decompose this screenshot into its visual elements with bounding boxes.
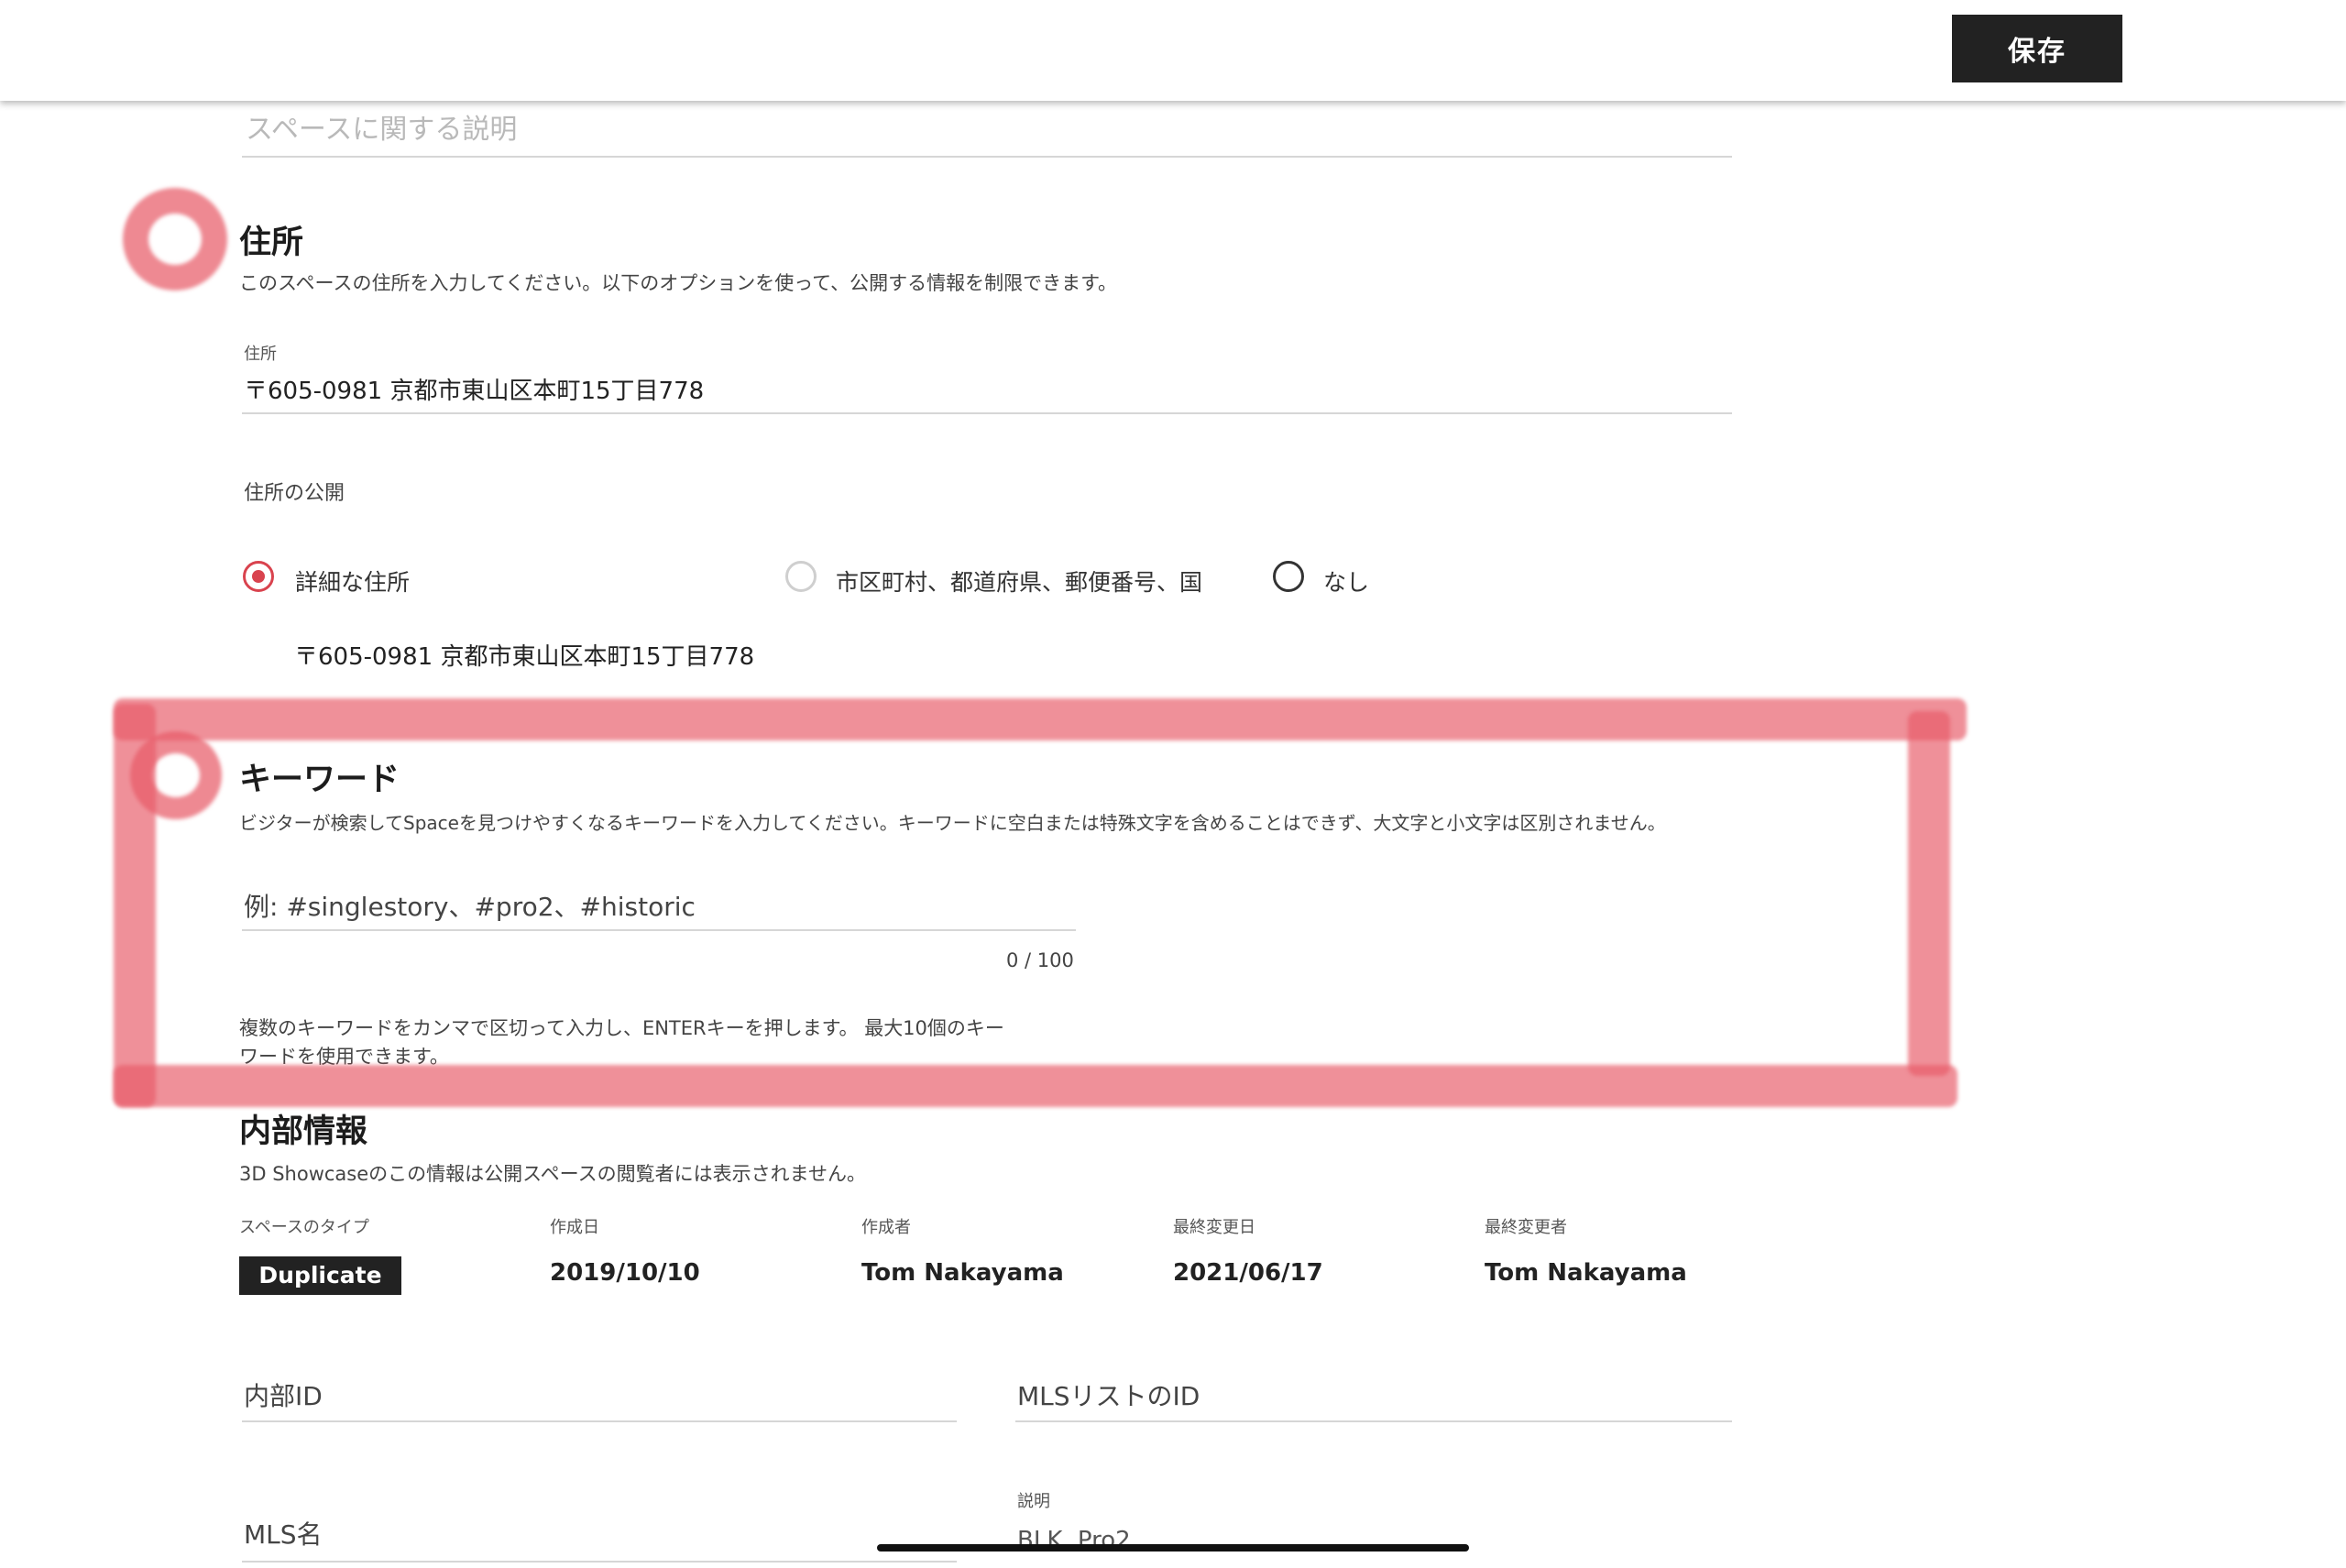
meta-label-created-date: 作成日	[550, 1218, 599, 1237]
meta-label-modified-date: 最終変更日	[1173, 1218, 1255, 1237]
meta-label-created-by: 作成者	[861, 1218, 911, 1237]
address-input-value: 〒605-0981 京都市東山区本町15丁目778	[244, 378, 705, 405]
address-field-label: 住所	[244, 345, 277, 364]
space-type-badge: Duplicate	[239, 1256, 401, 1295]
internal-id-placeholder: 内部ID	[244, 1381, 323, 1411]
address-section-description: このスペースの住所を入力してください。以下のオプションを使って、公開する情報を制…	[239, 272, 1118, 294]
meta-value-modified-by: Tom Nakayama	[1485, 1259, 1687, 1287]
radio-label-city: 市区町村、都道府県、郵便番号、国	[836, 569, 1203, 596]
annotation-box-right	[1908, 711, 1950, 1076]
radio-label-none: なし	[1323, 569, 1370, 596]
keyword-input-placeholder: 例: #singlestory、#pro2、#historic	[244, 892, 696, 922]
space-description-input[interactable]: スペースに関する説明	[242, 103, 1732, 158]
mls-list-id-placeholder: MLSリストのID	[1017, 1381, 1200, 1411]
keyword-char-counter: 0 / 100	[1006, 949, 1074, 971]
address-section-title: 住所	[239, 225, 304, 261]
keyword-help-line1: 複数のキーワードをカンマで区切って入力し、ENTERキーを押します。 最大10個…	[239, 1017, 1004, 1039]
keyword-section-title: キーワード	[239, 762, 400, 798]
meta-value-created-date: 2019/10/10	[550, 1259, 700, 1287]
radio-unselected-icon[interactable]	[785, 561, 817, 592]
notes-input[interactable]: BLK, Pro2	[1015, 1521, 1732, 1558]
mls-name-input[interactable]: MLS名	[242, 1508, 957, 1563]
meta-value-modified-date: 2021/06/17	[1173, 1259, 1323, 1287]
annotation-box-top	[114, 698, 1967, 740]
mls-list-id-input[interactable]: MLSリストのID	[1015, 1369, 1732, 1422]
keyword-section-description: ビジターが検索してSpaceを見つけやすくなるキーワードを入力してください。キー…	[239, 812, 1666, 834]
home-indicator	[877, 1544, 1469, 1552]
internal-id-input[interactable]: 内部ID	[242, 1369, 957, 1422]
address-preview: 〒605-0981 京都市東山区本町15丁目778	[294, 643, 755, 671]
address-visibility-label: 住所の公開	[244, 482, 345, 505]
meta-value-created-by: Tom Nakayama	[861, 1259, 1064, 1287]
meta-label-space-type: スペースのタイプ	[239, 1218, 369, 1237]
annotation-box-left	[114, 704, 156, 1107]
internal-section-title: 内部情報	[239, 1113, 368, 1150]
save-button[interactable]: 保存	[1952, 15, 2122, 82]
notes-field-label: 説明	[1017, 1492, 1050, 1511]
annotation-box-bottom	[114, 1065, 1957, 1107]
top-toolbar: 保存	[0, 0, 2346, 101]
radio-unselected-icon[interactable]	[1273, 561, 1304, 592]
keyword-input[interactable]: 例: #singlestory、#pro2、#historic	[242, 880, 1076, 931]
annotation-circle-address	[123, 188, 227, 291]
meta-label-modified-by: 最終変更者	[1485, 1218, 1567, 1237]
radio-selected-icon[interactable]	[243, 561, 274, 592]
radio-label-detailed: 詳細な住所	[295, 569, 411, 596]
space-description-placeholder: スペースに関する説明	[246, 114, 518, 146]
address-input[interactable]: 〒605-0981 京都市東山区本町15丁目778	[242, 367, 1732, 414]
mls-name-placeholder: MLS名	[244, 1519, 323, 1550]
internal-section-description: 3D Showcaseのこの情報は公開スペースの閲覧者には表示されません。	[239, 1163, 866, 1185]
